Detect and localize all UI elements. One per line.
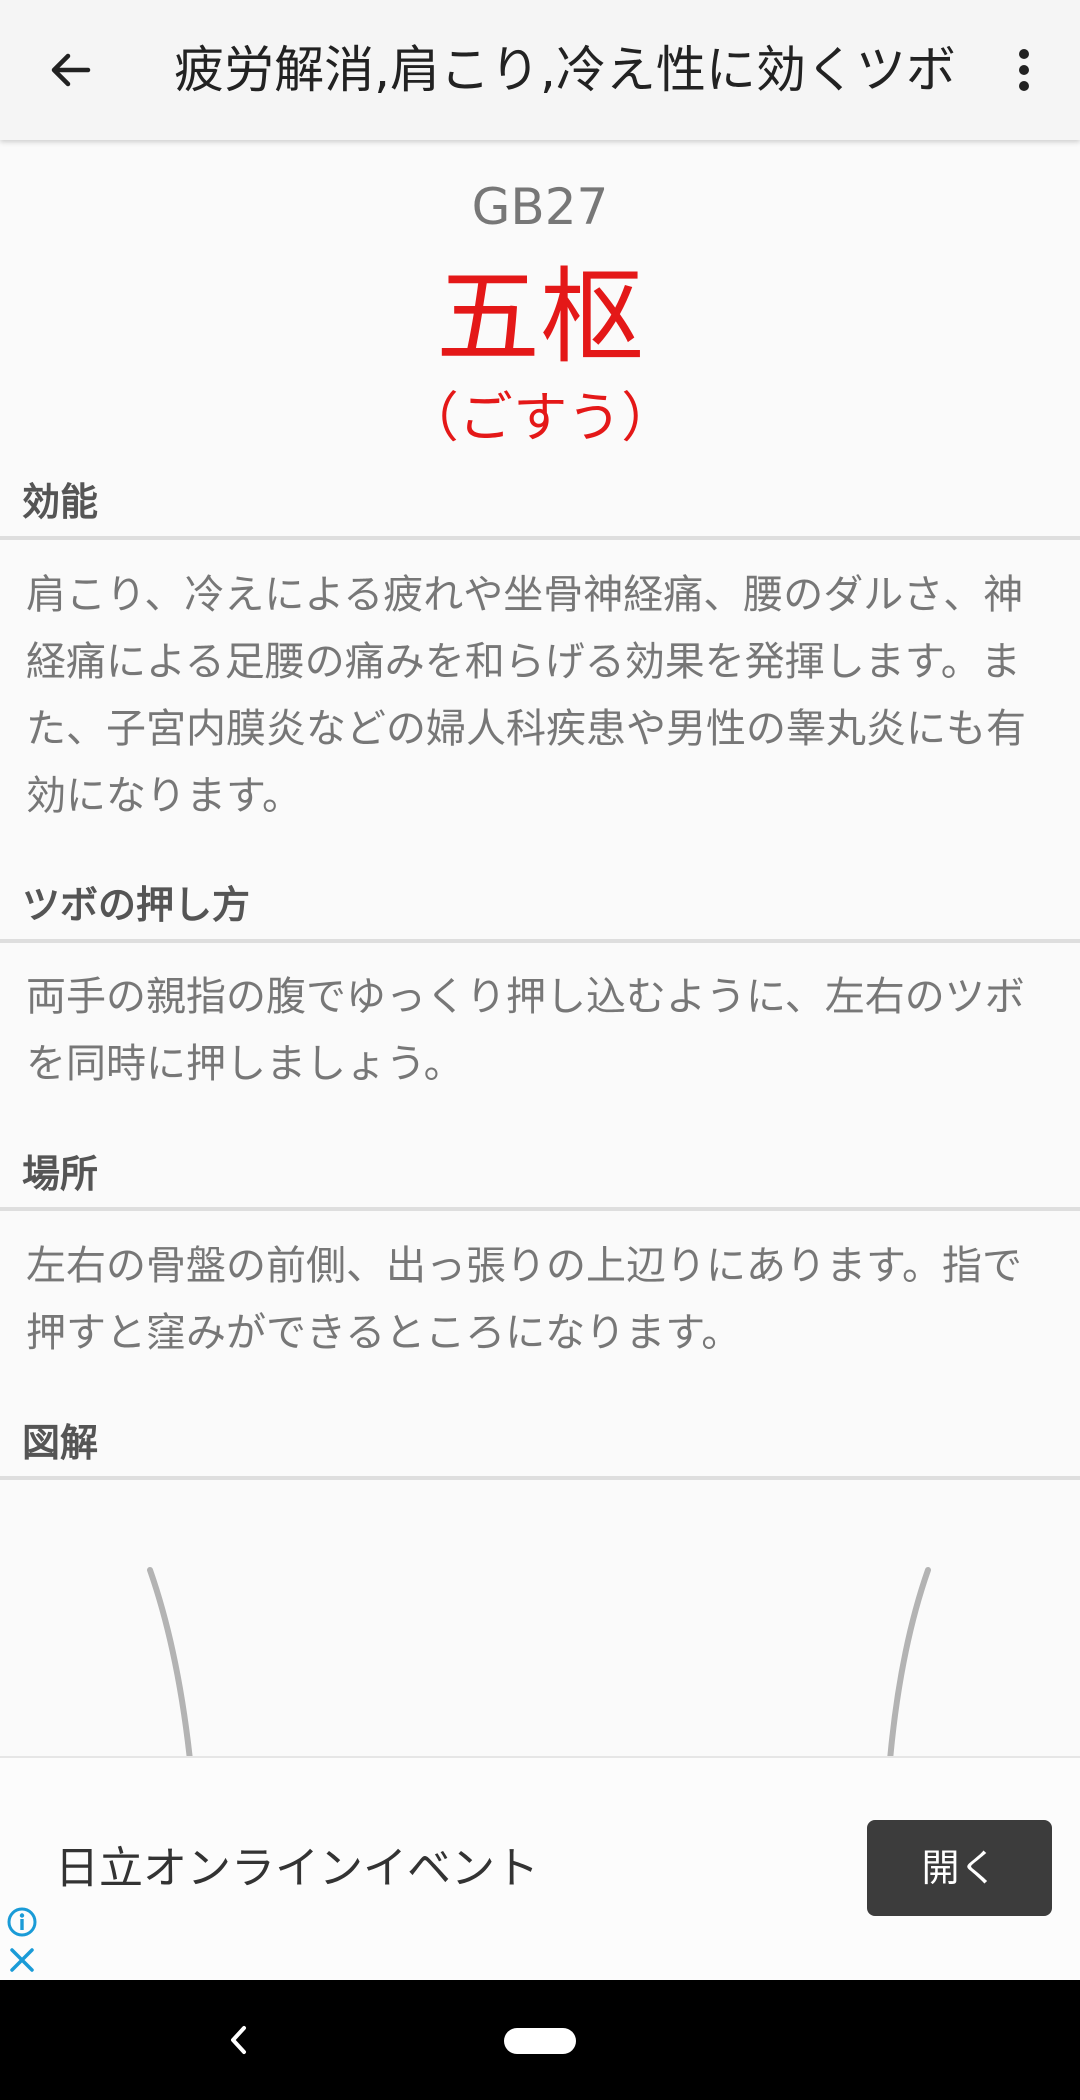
point-reading: （ごすう） (404, 386, 676, 449)
point-name: 五枢 (435, 256, 644, 378)
point-detail: GB27 五枢 （ごすう） 効能 肩こり、冷えによる疲れや坐骨神経痛、腰のダルさ… (0, 140, 1080, 1756)
how-to-press-text: 両手の親指の腹でゆっくり押し込むように、左右のツボを同時に押しましょう。 (26, 974, 1025, 1087)
location-divider (0, 1207, 1080, 1211)
nav-back-button[interactable] (208, 2000, 268, 2080)
arrow-left-icon (51, 53, 91, 87)
how-to-press-divider (0, 939, 1080, 943)
back-button[interactable] (26, 26, 114, 114)
more-vert-icon (1019, 49, 1029, 91)
ad-text[interactable]: 日立オンラインイベント (55, 1758, 539, 1980)
ad-open-button[interactable]: 開く (867, 1820, 1052, 1916)
ad-banner[interactable]: 日立オンラインイベント 開く (0, 1756, 1080, 1980)
system-nav-bar (0, 1980, 1080, 2100)
effect-divider (0, 536, 1080, 540)
close-icon[interactable] (6, 1944, 38, 1976)
more-options-button[interactable] (980, 26, 1068, 114)
illustration-heading: 図解 (22, 1421, 99, 1465)
how-to-press-heading: ツボの押し方 (22, 883, 251, 927)
body-illustration (147, 1567, 931, 1756)
effect-heading: 効能 (22, 480, 99, 524)
nav-home-pill[interactable] (504, 2028, 576, 2054)
info-icon[interactable] (6, 1906, 38, 1938)
effect-text: 肩こり、冷えによる疲れや坐骨神経痛、腰のダルさ、神経痛による足腰の痛みを和らげる… (26, 572, 1026, 819)
location-heading: 場所 (22, 1152, 99, 1196)
location-text: 左右の骨盤の前側、出っ張りの上辺りにあります。指で押すと窪みができるところになり… (26, 1243, 1022, 1356)
app-bar: 疲労解消,肩こり,冷え性に効くツボ (0, 0, 1080, 140)
chevron-left-icon (231, 2026, 246, 2054)
point-code: GB27 (471, 178, 609, 236)
app-bar-title: 疲労解消,肩こり,冷え性に効くツボ (174, 41, 956, 99)
